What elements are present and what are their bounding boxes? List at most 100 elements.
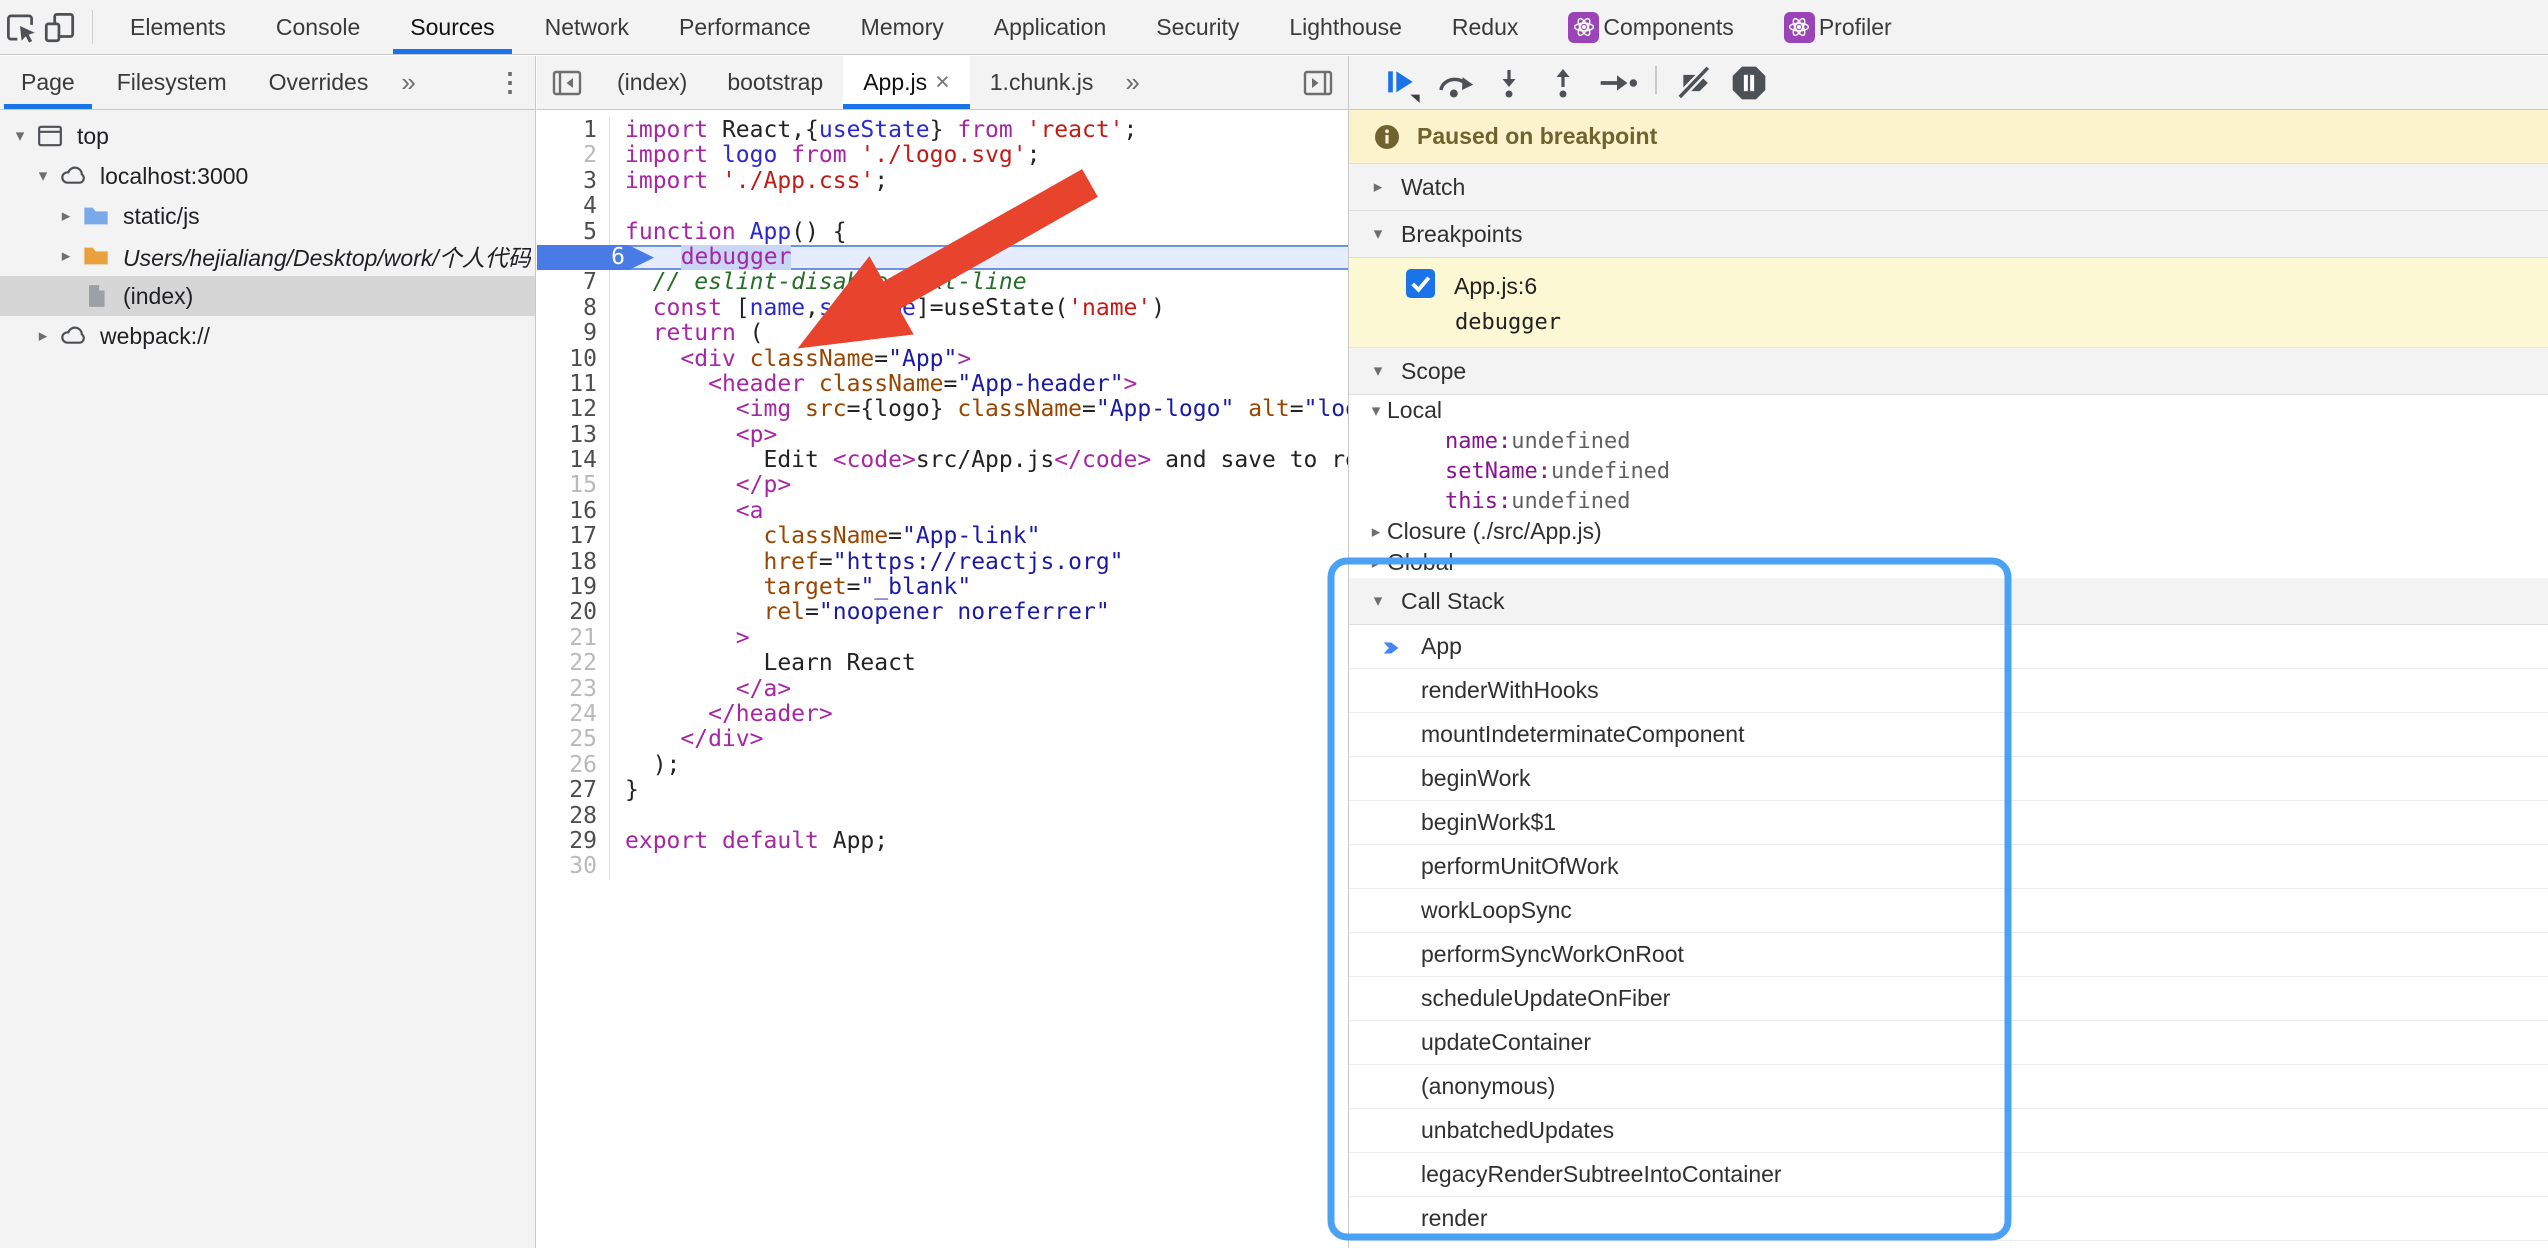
tab-memory[interactable]: Memory (836, 0, 969, 54)
tab-profiler[interactable]: Profiler (1759, 0, 1917, 54)
step-into-button[interactable] (1487, 61, 1531, 105)
line-number[interactable]: 24 (537, 702, 610, 727)
file-tab-1-chunk-js[interactable]: 1.chunk.js (970, 56, 1114, 109)
line-number[interactable]: 2 (537, 143, 610, 168)
line-number[interactable]: 19 (537, 575, 610, 600)
disclosure-icon[interactable]: ▾ (31, 166, 55, 186)
line-number[interactable]: 25 (537, 727, 610, 752)
line-number[interactable]: 27 (537, 778, 610, 803)
line-number[interactable]: 18 (537, 550, 610, 575)
line-number[interactable]: 23 (537, 677, 610, 702)
line-number[interactable]: 13 (537, 423, 610, 448)
callstack-frame-beginwork[interactable]: beginWork (1349, 757, 2548, 801)
tab-console[interactable]: Console (251, 0, 385, 54)
disclosure-icon[interactable]: ▾ (1369, 224, 1387, 244)
callstack-frame-renderwithhooks[interactable]: renderWithHooks (1349, 669, 2548, 713)
tab-lighthouse[interactable]: Lighthouse (1264, 0, 1427, 54)
line-number[interactable]: 28 (537, 804, 610, 829)
callstack-frame-legacyrendersubtreeintocontainer[interactable]: legacyRenderSubtreeIntoContainer (1349, 1153, 2548, 1197)
tree-item-static-js[interactable]: ▸static/js (0, 196, 535, 236)
toggle-navigator-icon[interactable] (537, 56, 597, 109)
tree-item-index[interactable]: (index) (0, 276, 535, 316)
callstack-frame-anonymous[interactable]: (anonymous) (1349, 1065, 2548, 1109)
line-number[interactable]: 10 (537, 347, 610, 372)
callstack-frame-updatecontainer[interactable]: updateContainer (1349, 1021, 2548, 1065)
disclosure-icon[interactable]: ▸ (1369, 177, 1387, 197)
tab-elements[interactable]: Elements (105, 0, 251, 54)
tree-item-webpack[interactable]: ▸webpack:// (0, 316, 535, 356)
scope-section-header[interactable]: ▾ Scope (1349, 348, 2548, 395)
line-number[interactable]: 16 (537, 499, 610, 524)
scope-variable-this[interactable]: this: undefined (1349, 486, 2548, 516)
callstack-frame-app[interactable]: App (1349, 625, 2548, 669)
more-tabs-icon[interactable]: » (389, 56, 427, 109)
step-over-button[interactable] (1433, 61, 1477, 105)
tree-item-users-hejialiang-desktop-work[interactable]: ▸Users/hejialiang/Desktop/work/个人代码 (0, 236, 535, 276)
callstack-frame-beginwork-1[interactable]: beginWork$1 (1349, 801, 2548, 845)
line-number[interactable]: 15 (537, 473, 610, 498)
device-toolbar-icon[interactable] (40, 7, 80, 47)
callstack-frame-render[interactable]: render (1349, 1197, 2548, 1241)
tab-security[interactable]: Security (1131, 0, 1264, 54)
line-number[interactable]: 11 (537, 372, 610, 397)
line-number[interactable]: 30 (537, 854, 610, 879)
tab-redux[interactable]: Redux (1427, 0, 1543, 54)
tree-item-top[interactable]: ▾top (0, 116, 535, 156)
close-tab-icon[interactable]: × (935, 70, 950, 95)
tab-sources[interactable]: Sources (385, 0, 519, 54)
file-tab-bootstrap[interactable]: bootstrap (707, 56, 843, 109)
breakpoint-entry[interactable]: App.js:6debugger (1349, 258, 2548, 348)
line-number[interactable]: 9 (537, 321, 610, 346)
line-number[interactable]: 26 (537, 753, 610, 778)
scope-group-closure-src-app-js[interactable]: ▸Closure (./src/App.js) (1349, 516, 2548, 547)
inspect-element-icon[interactable] (0, 7, 40, 47)
scope-group-global[interactable]: ▸Global (1349, 547, 2548, 578)
disclosure-icon[interactable]: ▸ (54, 206, 78, 226)
callstack-frame-performunitofwork[interactable]: performUnitOfWork (1349, 845, 2548, 889)
watch-section-header[interactable]: ▸ Watch (1349, 164, 2548, 211)
scope-group-local[interactable]: ▾Local (1349, 395, 2548, 426)
disclosure-icon[interactable]: ▸ (1365, 553, 1387, 573)
step-button[interactable] (1595, 61, 1639, 105)
resume-button[interactable] (1379, 61, 1423, 105)
line-number[interactable]: 8 (537, 296, 610, 321)
navigator-tab-overrides[interactable]: Overrides (248, 56, 390, 109)
code-view[interactable]: 1import React,{useState} from 'react';2i… (537, 110, 1348, 1248)
more-file-tabs-icon[interactable]: » (1113, 56, 1151, 109)
callstack-frame-unbatchedupdates[interactable]: unbatchedUpdates (1349, 1109, 2548, 1153)
tab-components[interactable]: Components (1543, 0, 1758, 54)
line-number[interactable]: 20 (537, 600, 610, 625)
pause-on-exceptions-button[interactable] (1727, 61, 1771, 105)
callstack-frame-mountindeterminatecomponent[interactable]: mountIndeterminateComponent (1349, 713, 2548, 757)
line-number[interactable]: 17 (537, 524, 610, 549)
callstack-frame-performsyncworkonroot[interactable]: performSyncWorkOnRoot (1349, 933, 2548, 977)
line-number[interactable]: 3 (537, 169, 610, 194)
tab-application[interactable]: Application (969, 0, 1132, 54)
line-number[interactable]: 29 (537, 829, 610, 854)
line-number[interactable]: 14 (537, 448, 610, 473)
navigator-tab-page[interactable]: Page (0, 56, 96, 109)
disclosure-icon[interactable]: ▸ (54, 246, 78, 266)
line-number[interactable]: 22 (537, 651, 610, 676)
breakpoints-section-header[interactable]: ▾ Breakpoints (1349, 211, 2548, 258)
disclosure-icon[interactable]: ▾ (1369, 591, 1387, 611)
line-number[interactable]: 7 (537, 270, 610, 295)
deactivate-breakpoints-button[interactable] (1673, 61, 1717, 105)
tab-performance[interactable]: Performance (654, 0, 836, 54)
disclosure-icon[interactable]: ▸ (31, 326, 55, 346)
scope-variable-setname[interactable]: setName: undefined (1349, 456, 2548, 486)
file-tab-app-js[interactable]: App.js× (843, 56, 970, 109)
execution-pointer-line-number[interactable]: 6 (537, 245, 654, 270)
tab-network[interactable]: Network (520, 0, 654, 54)
callstack-frame-scheduleupdateonfiber[interactable]: scheduleUpdateOnFiber (1349, 977, 2548, 1021)
line-number[interactable]: 5 (537, 220, 610, 245)
overflow-menu-icon[interactable]: ⋮ (485, 56, 535, 109)
line-number[interactable]: 1 (537, 118, 610, 143)
callstack-frame-workloopsync[interactable]: workLoopSync (1349, 889, 2548, 933)
toggle-debugger-sidebar-icon[interactable] (1288, 56, 1348, 109)
file-tab-index[interactable]: (index) (597, 56, 707, 109)
tree-item-localhost-3000[interactable]: ▾localhost:3000 (0, 156, 535, 196)
scope-variable-name[interactable]: name: undefined (1349, 426, 2548, 456)
line-number[interactable]: 4 (537, 194, 610, 219)
disclosure-icon[interactable]: ▾ (8, 126, 32, 146)
